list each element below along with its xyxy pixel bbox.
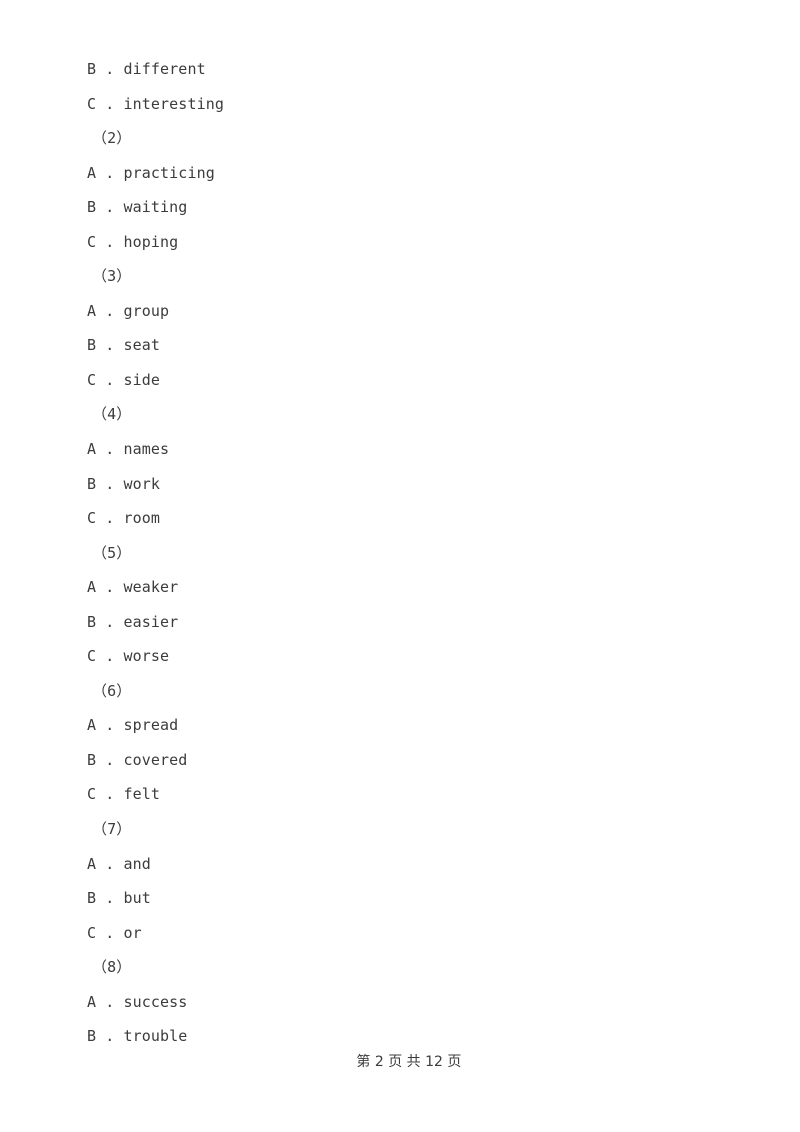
question-number-line: （8） <box>92 958 132 977</box>
answer-option-line: C . room <box>87 509 161 528</box>
answer-option-line: B . work <box>87 474 161 493</box>
page-number-text: 第 2 页 共 12 页 <box>356 1054 462 1070</box>
answer-option-line: C . interesting <box>87 94 224 113</box>
question-number-line: （2） <box>92 129 132 148</box>
answer-option-line: B . easier <box>87 612 179 631</box>
answer-option-line: C . hoping <box>87 232 179 251</box>
answer-option-line: A . practicing <box>87 163 215 182</box>
page-footer: 第 2 页 共 12 页 <box>0 1032 800 1092</box>
answer-option-line: A . names <box>87 440 170 459</box>
answer-option-line: B . seat <box>87 336 161 355</box>
answer-option-line: B . covered <box>87 750 188 769</box>
question-number-line: （6） <box>92 681 132 700</box>
answer-option-line: B . different <box>87 60 206 78</box>
answer-option-line: A . and <box>87 854 151 873</box>
answer-options-list: B . different C . interesting （2） A . pract… <box>0 52 800 1054</box>
question-number-line: （5） <box>92 543 132 562</box>
answer-option-line: A . group <box>87 301 170 320</box>
answer-option-line: A . success <box>87 992 188 1011</box>
answer-option-line: C . side <box>87 370 161 389</box>
answer-option-line: C . or <box>87 923 142 942</box>
answer-option-line: B . waiting <box>87 198 188 217</box>
document-page: B . different C . interesting （2） A . pract… <box>0 0 800 1132</box>
answer-option-line: C . felt <box>87 785 161 804</box>
answer-option-line: C . worse <box>87 647 170 666</box>
answer-option-line: A . spread <box>87 716 179 735</box>
question-number-line: （4） <box>92 405 132 424</box>
answer-option-line: A . weaker <box>87 578 179 597</box>
question-number-line: （3） <box>92 267 132 286</box>
answer-option-line: B . but <box>87 889 151 908</box>
question-number-line: （7） <box>92 820 132 839</box>
